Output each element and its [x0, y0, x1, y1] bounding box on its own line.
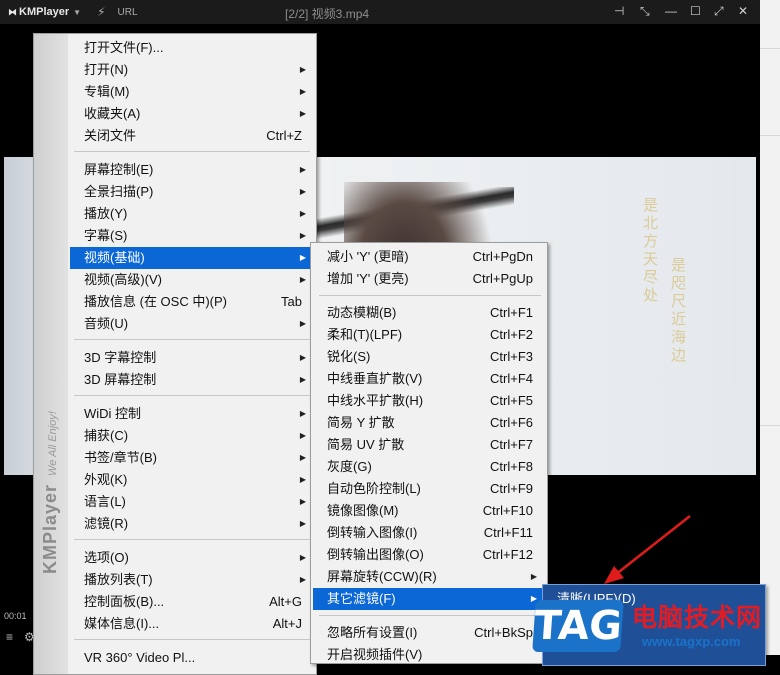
watermark-site-name: 电脑技术网	[632, 603, 763, 632]
site-watermark: TAG 电脑技术网 www.tagxp.com	[530, 596, 770, 654]
watermark-url: www.tagxp.com	[642, 634, 741, 649]
red-annotation-arrow	[604, 515, 691, 584]
watermark-logo: TAG	[532, 600, 624, 652]
